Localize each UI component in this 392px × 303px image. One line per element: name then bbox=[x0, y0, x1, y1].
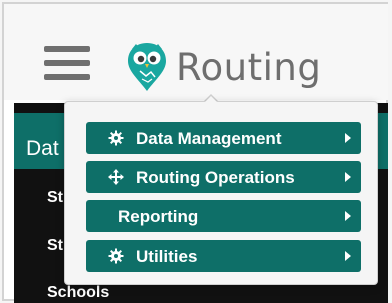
main-dropdown-menu: Data Management Routing Operations Repor… bbox=[64, 101, 378, 285]
sidebar-item-schools[interactable]: Schools bbox=[47, 284, 109, 302]
dropdown-pointer-fill bbox=[204, 96, 218, 103]
app-frame: Routing Dat St St Schools Data Managemen… bbox=[0, 0, 392, 303]
hamburger-menu-icon[interactable] bbox=[44, 46, 90, 82]
caret-right-icon bbox=[345, 172, 351, 182]
sidebar-title: Dat bbox=[26, 137, 59, 160]
app-header: Routing bbox=[4, 4, 388, 100]
hamburger-bar bbox=[44, 46, 90, 52]
owl-location-pin-icon bbox=[128, 43, 166, 91]
hamburger-bar bbox=[44, 60, 90, 66]
sidebar-item[interactable]: St bbox=[47, 189, 63, 207]
caret-right-icon bbox=[345, 211, 351, 221]
menu-item-reporting[interactable]: Reporting bbox=[86, 200, 361, 232]
brand-name: Routing bbox=[176, 45, 322, 89]
menu-item-label: Reporting bbox=[118, 207, 199, 226]
gear-icon bbox=[108, 130, 124, 146]
caret-right-icon bbox=[345, 251, 351, 261]
move-arrows-icon bbox=[108, 169, 124, 185]
menu-item-routing-operations[interactable]: Routing Operations bbox=[86, 161, 361, 193]
hamburger-bar bbox=[44, 74, 90, 80]
menu-item-label: Utilities bbox=[136, 247, 198, 266]
menu-item-label: Routing Operations bbox=[136, 168, 295, 187]
sidebar-item[interactable]: St bbox=[47, 237, 63, 255]
gear-icon bbox=[108, 248, 124, 264]
menu-item-data-management[interactable]: Data Management bbox=[86, 122, 361, 154]
brand-logo[interactable]: Routing bbox=[120, 40, 321, 94]
menu-item-label: Data Management bbox=[136, 129, 282, 148]
caret-right-icon bbox=[345, 133, 351, 143]
menu-item-utilities[interactable]: Utilities bbox=[86, 240, 361, 272]
